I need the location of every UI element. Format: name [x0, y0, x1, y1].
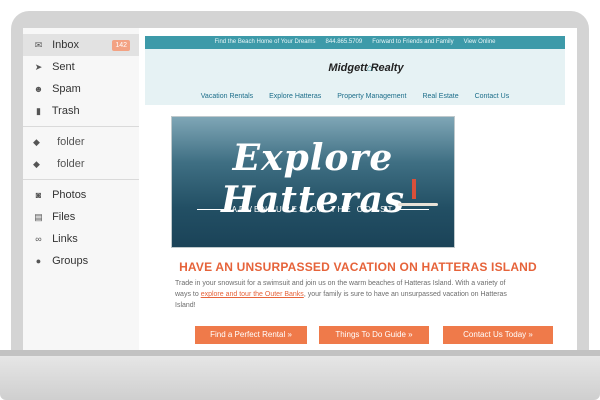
sidebar-item-sent[interactable]: ➤ Sent	[23, 56, 139, 78]
link-icon: ∞	[35, 234, 42, 244]
brand-logo-text: Midgett Realty	[328, 62, 404, 74]
sidebar-divider	[23, 126, 139, 127]
things-to-do-button[interactable]: Things To Do Guide »	[319, 326, 429, 344]
hero-banner[interactable]: Explore Hatteras ADVENTURES ON THE COAST	[171, 116, 455, 248]
unread-count-badge: 142	[112, 40, 130, 51]
lighthouse-icon: ⌂	[367, 63, 374, 74]
paddleboarder-figure	[412, 179, 416, 199]
tag-icon: ◆	[33, 159, 40, 169]
spam-icon: ☻	[33, 84, 44, 94]
send-icon: ➤	[34, 62, 43, 72]
paddleboard	[398, 203, 438, 206]
sidebar-divider	[23, 179, 139, 180]
brand-logo[interactable]: Midgett Realty ⌂	[311, 57, 421, 79]
laptop-base	[0, 350, 600, 400]
email-headline: HAVE AN UNSURPASSED VACATION ON HATTERAS…	[179, 260, 537, 274]
sidebar-item-label: folder	[57, 136, 85, 148]
sidebar-item-folder[interactable]: ◆ folder	[23, 153, 139, 175]
trash-icon: ▮	[36, 106, 41, 116]
sidebar-item-photos[interactable]: ◙ Photos	[23, 184, 139, 206]
email-preview: Find the Beach Home of Your Dreams 844.8…	[139, 28, 577, 350]
files-icon: ▤	[34, 212, 43, 222]
sidebar-item-groups[interactable]: ● Groups	[23, 250, 139, 272]
topbar-link[interactable]: View Online	[464, 36, 496, 49]
sidebar-item-files[interactable]: ▤ Files	[23, 206, 139, 228]
tag-icon: ◆	[33, 137, 40, 147]
explore-outer-banks-link[interactable]: explore and tour the Outer Banks	[201, 291, 304, 298]
topbar-link[interactable]: Find the Beach Home of Your Dreams	[214, 36, 315, 49]
email-topbar: Find the Beach Home of Your Dreams 844.8…	[145, 36, 565, 49]
sidebar-item-spam[interactable]: ☻ Spam	[23, 78, 139, 100]
hero-subtitle: ADVENTURES ON THE COAST	[231, 205, 395, 214]
sidebar-item-label: folder	[57, 158, 85, 170]
sidebar-item-label: Files	[52, 211, 76, 223]
mail-sidebar: ✉ Inbox 142 ➤ Sent ☻ Spam ▮ Trash ◆ fold…	[23, 28, 140, 350]
sidebar-item-label: Inbox	[52, 39, 79, 51]
sidebar-item-label: Trash	[51, 105, 80, 117]
find-rental-button[interactable]: Find a Perfect Rental »	[195, 326, 307, 344]
users-icon: ●	[35, 256, 42, 266]
sidebar-item-label: Groups	[52, 255, 89, 267]
nav-link-explore-hatteras[interactable]: Explore Hatteras	[269, 93, 321, 100]
topbar-link[interactable]: Forward to Friends and Family	[372, 36, 453, 49]
sidebar-item-folder[interactable]: ◆ folder	[23, 131, 139, 153]
screen: ✉ Inbox 142 ➤ Sent ☻ Spam ▮ Trash ◆ fold…	[23, 28, 577, 350]
topbar-phone: 844.865.5709	[325, 39, 363, 45]
camera-icon: ◙	[35, 190, 42, 200]
sidebar-item-label: Links	[52, 233, 78, 245]
sidebar-item-label: Spam	[52, 83, 81, 95]
inbox-icon: ✉	[34, 40, 43, 50]
email-header: Midgett Realty ⌂ Vacation Rentals Explor…	[145, 49, 565, 105]
sidebar-item-label: Sent	[52, 61, 75, 73]
nav-link-vacation-rentals[interactable]: Vacation Rentals	[201, 93, 253, 100]
email-body: Trade in your snowsuit for a swimsuit an…	[175, 278, 523, 311]
sidebar-item-inbox[interactable]: ✉ Inbox 142	[23, 34, 139, 56]
nav-link-property-management[interactable]: Property Management	[337, 93, 406, 100]
nav-link-real-estate[interactable]: Real Estate	[422, 93, 458, 100]
contact-us-button[interactable]: Contact Us Today »	[443, 326, 553, 344]
email-nav: Vacation Rentals Explore Hatteras Proper…	[145, 93, 565, 100]
sidebar-item-links[interactable]: ∞ Links	[23, 228, 139, 250]
sidebar-item-label: Photos	[52, 189, 87, 201]
nav-link-contact-us[interactable]: Contact Us	[475, 93, 510, 100]
sidebar-item-trash[interactable]: ▮ Trash	[23, 100, 139, 122]
